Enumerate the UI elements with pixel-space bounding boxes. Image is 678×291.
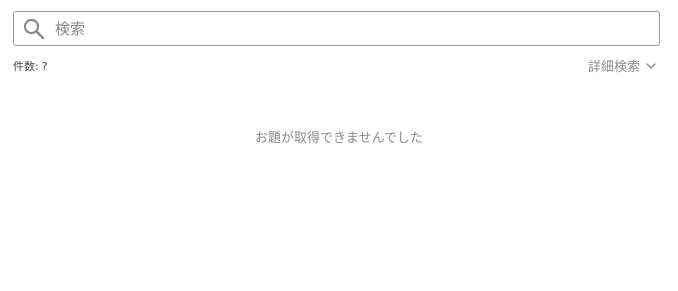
result-count-label: 件数: (13, 60, 39, 73)
search-input[interactable] (55, 12, 659, 45)
advanced-search-label: 詳細検索 (587, 60, 640, 75)
chevron-down-icon (645, 60, 657, 72)
empty-state-message: お題が取得できませんでした (255, 131, 423, 146)
result-count: 件数: ? (13, 58, 48, 74)
search-box[interactable] (13, 11, 660, 46)
search-icon (23, 18, 45, 40)
advanced-search-toggle[interactable]: 詳細検索 (588, 56, 657, 75)
result-count-value: ? (41, 59, 48, 73)
